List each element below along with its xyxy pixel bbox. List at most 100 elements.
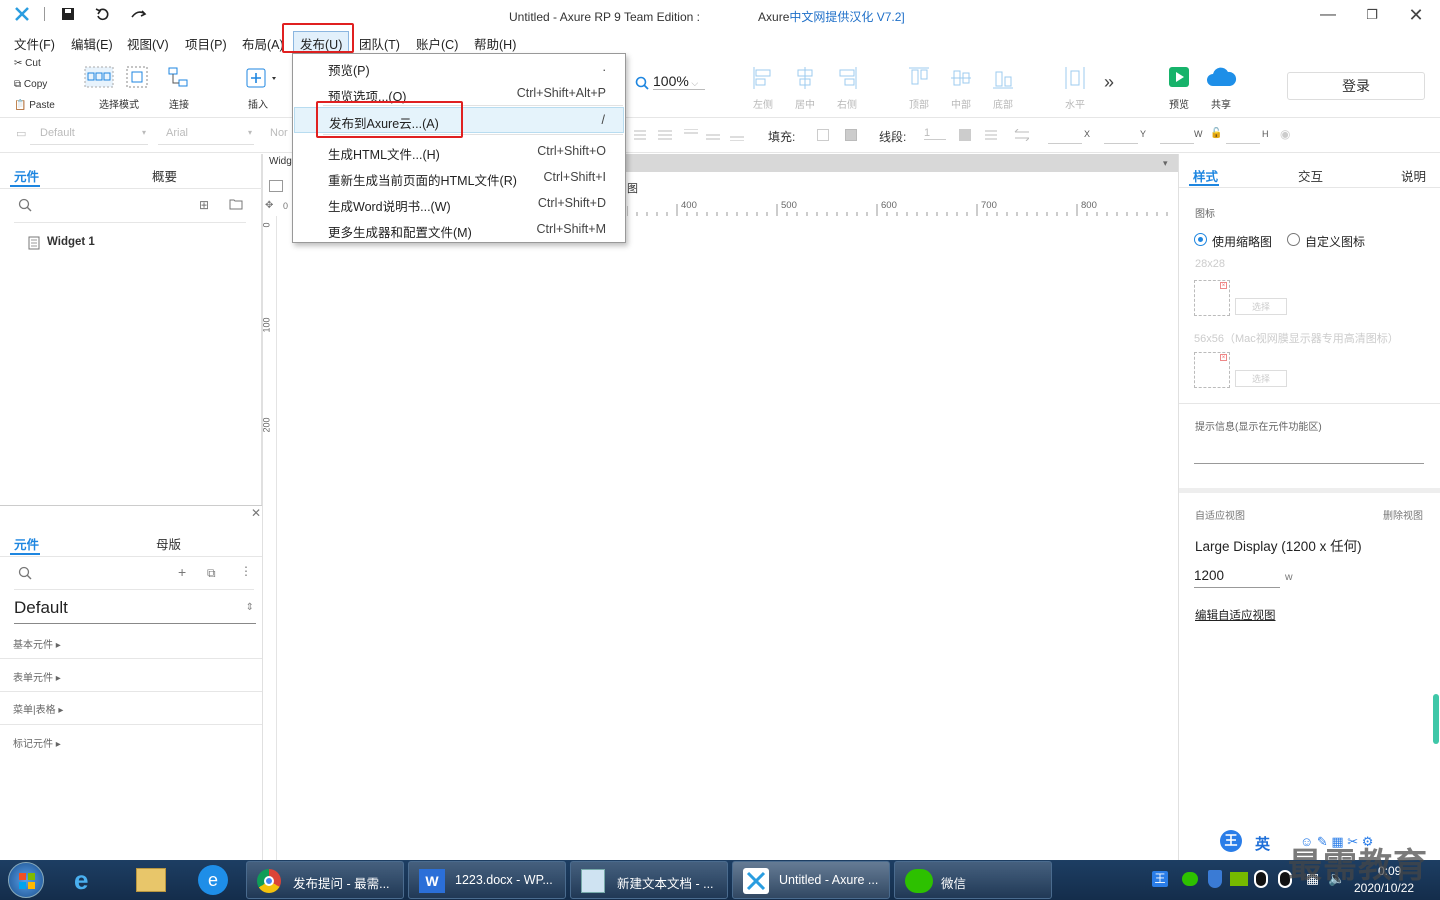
tray-qq-icon[interactable]: [1254, 870, 1268, 888]
cut-button[interactable]: ✂ Cut: [14, 58, 41, 69]
library-options-icon[interactable]: ⧉: [207, 566, 216, 581]
menu-item-more-generators[interactable]: 更多生成器和配置文件(M) Ctrl+Shift+M: [294, 216, 624, 242]
menu-team[interactable]: 团队(T): [359, 34, 400, 53]
menu-edit[interactable]: 编辑(E): [71, 34, 113, 53]
select-mode-icon[interactable]: [84, 66, 114, 88]
save-icon[interactable]: [61, 7, 75, 21]
font-select[interactable]: Arial ▾: [158, 125, 254, 145]
canvas-fit-icon[interactable]: [269, 180, 283, 192]
y-input[interactable]: [1104, 126, 1138, 144]
text-align-icons[interactable]: [634, 129, 744, 141]
style-select[interactable]: Default ▾: [30, 125, 148, 145]
align-right-icon[interactable]: [836, 66, 858, 90]
tray-shield-icon[interactable]: [1208, 870, 1222, 888]
explorer-folder-icon[interactable]: [136, 868, 166, 892]
width-input[interactable]: [1160, 126, 1194, 144]
align-center-icon[interactable]: [794, 66, 816, 90]
stroke-style-icons[interactable]: [985, 129, 1029, 141]
delete-views-link[interactable]: 删除视图: [1383, 507, 1423, 522]
radio-thumbnail[interactable]: [1194, 233, 1207, 246]
fill-image-swatch[interactable]: [845, 129, 857, 141]
taskbar-item-chrome[interactable]: 发布提问 - 最需...: [246, 861, 404, 899]
menu-item-generate-word[interactable]: 生成Word说明书...(W) Ctrl+Shift+D: [294, 190, 624, 216]
add-page-icon[interactable]: ⊞: [199, 198, 209, 212]
login-button[interactable]: 登录: [1287, 72, 1425, 100]
close-panel-icon[interactable]: ✕: [251, 506, 261, 520]
choose-icon-button-large[interactable]: 选择: [1235, 370, 1287, 387]
category-form[interactable]: 表单元件 ▸: [13, 669, 61, 684]
browser-icon[interactable]: e: [198, 865, 228, 895]
height-input[interactable]: [1226, 126, 1260, 144]
canvas-area[interactable]: Widg ▾ ✥ 0 图 400 500 600 700 800 0 100 2…: [262, 154, 1179, 860]
x-input[interactable]: [1048, 126, 1082, 144]
visibility-icon[interactable]: ◉: [1280, 127, 1290, 141]
menu-help[interactable]: 帮助(H): [474, 34, 516, 53]
insert-icon[interactable]: [246, 68, 280, 88]
more-menu-icon[interactable]: ⋮: [240, 564, 252, 578]
start-button[interactable]: [8, 862, 44, 898]
tab-libraries[interactable]: 元件: [14, 534, 39, 553]
minimize-icon[interactable]: —: [1318, 6, 1338, 24]
select-contained-icon[interactable]: [126, 66, 148, 88]
fill-color-swatch[interactable]: [817, 129, 829, 141]
align-top-icon[interactable]: [908, 66, 930, 90]
tab-dropdown-icon[interactable]: ▾: [1163, 158, 1168, 169]
radio-custom-icon[interactable]: [1287, 233, 1300, 246]
menu-project[interactable]: 项目(P): [185, 34, 227, 53]
menu-view[interactable]: 视图(V): [127, 34, 169, 53]
scrollbar-thumb[interactable]: [1433, 694, 1439, 744]
more-tools-icon[interactable]: »: [1104, 72, 1114, 93]
add-folder-icon[interactable]: [229, 198, 243, 210]
tab-masters[interactable]: 母版: [156, 534, 181, 553]
menu-account[interactable]: 账户(C): [416, 34, 458, 53]
category-markup[interactable]: 标记元件 ▸: [13, 735, 61, 750]
taskbar-item-wps[interactable]: W 1223.docx - WP...: [408, 861, 566, 899]
menu-layout[interactable]: 布局(A): [242, 34, 284, 53]
connector-icon[interactable]: [167, 66, 191, 88]
edit-adaptive-views-link[interactable]: 编辑自适应视图: [1195, 607, 1276, 623]
view-width-input[interactable]: 1200: [1194, 568, 1280, 588]
stroke-color-swatch[interactable]: [959, 129, 971, 141]
category-basic[interactable]: 基本元件 ▸: [13, 636, 61, 651]
redo-icon[interactable]: [130, 6, 148, 22]
share-cloud-icon[interactable]: [1205, 66, 1237, 88]
menu-item-generate-html[interactable]: 生成HTML文件...(H) Ctrl+Shift+O: [294, 138, 624, 164]
undo-icon[interactable]: [95, 6, 111, 22]
page-item-widget-1[interactable]: Widget 1: [47, 236, 95, 248]
tab-style[interactable]: 样式: [1193, 166, 1218, 185]
tab-outline[interactable]: 概要: [152, 166, 177, 185]
distribute-horizontal-icon[interactable]: [1064, 66, 1086, 90]
ime-language-indicator[interactable]: 英: [1255, 833, 1270, 854]
tooltip-input[interactable]: [1194, 438, 1424, 464]
category-menu-table[interactable]: 菜单|表格 ▸: [13, 701, 63, 716]
align-left-icon[interactable]: [752, 66, 774, 90]
choose-icon-button-small[interactable]: 选择: [1235, 298, 1287, 315]
copy-button[interactable]: ⧉ Copy: [14, 79, 47, 90]
search-icon[interactable]: [18, 566, 32, 580]
menu-item-regenerate-html[interactable]: 重新生成当前页面的HTML文件(R) Ctrl+Shift+I: [294, 164, 624, 190]
menu-file[interactable]: 文件(F): [14, 34, 55, 53]
tab-widgets[interactable]: 元件: [14, 166, 39, 185]
taskbar-item-axure[interactable]: Untitled - Axure ...: [732, 861, 890, 899]
tray-ime-icon[interactable]: 王: [1152, 871, 1168, 887]
tab-notes[interactable]: 说明: [1401, 166, 1426, 185]
tray-wechat-icon[interactable]: [1182, 872, 1198, 886]
taskbar-item-notepad[interactable]: 新建文本文档 - ...: [570, 861, 728, 899]
paste-button[interactable]: 📋 Paste: [14, 100, 55, 111]
align-middle-icon[interactable]: [950, 66, 972, 90]
maximize-icon[interactable]: ❐: [1362, 6, 1382, 24]
lock-ratio-icon[interactable]: 🔓: [1210, 128, 1222, 139]
stroke-width-input[interactable]: 1: [924, 127, 946, 140]
taskbar-item-wechat[interactable]: 微信: [894, 861, 1052, 899]
tray-nvidia-icon[interactable]: [1230, 872, 1248, 886]
ime-logo-icon[interactable]: 王: [1220, 830, 1242, 852]
tab-interactions[interactable]: 交互: [1298, 166, 1323, 185]
close-icon[interactable]: ✕: [1406, 6, 1426, 24]
menu-item-preview[interactable]: 预览(P).: [294, 54, 624, 80]
search-icon[interactable]: [18, 198, 32, 212]
zoom-select[interactable]: 100% ⌵: [653, 73, 705, 90]
library-select[interactable]: Default ⇕: [14, 598, 256, 624]
preview-icon[interactable]: [1168, 66, 1190, 88]
font-weight-select[interactable]: Nor: [270, 127, 288, 139]
add-library-icon[interactable]: +: [178, 564, 186, 580]
